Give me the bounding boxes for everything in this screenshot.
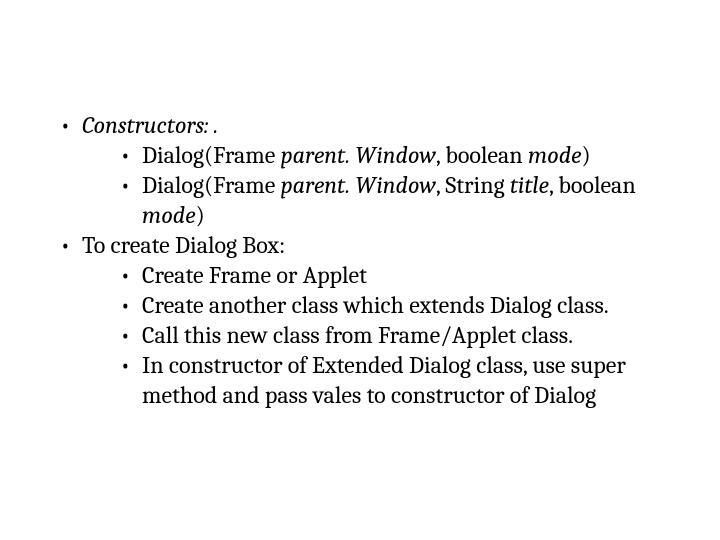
outer-label: Constructors: .	[82, 111, 218, 139]
outer-list: Constructors: . Dialog(Frame parent. Win…	[60, 110, 660, 410]
inner-item: Call this new class from Frame/Applet cl…	[120, 320, 660, 350]
plain-text: Create another class which extends Dialo…	[142, 291, 609, 319]
inner-item: Create another class which extends Dialo…	[120, 290, 660, 320]
plain-text: In constructor of Extended Dialog class,…	[142, 351, 626, 409]
outer-item-create-dialog: To create Dialog Box: Create Frame or Ap…	[60, 230, 660, 410]
outer-item-constructors: Constructors: . Dialog(Frame parent. Win…	[60, 110, 660, 230]
inner-list-steps: Create Frame or Applet Create another cl…	[82, 260, 660, 410]
inner-item: Dialog(Frame parent. Window, boolean mod…	[120, 140, 660, 170]
plain-text: Dialog(Frame	[142, 141, 281, 169]
italic-text: title	[510, 171, 549, 199]
plain-text: )	[582, 141, 591, 169]
slide-body: Constructors: . Dialog(Frame parent. Win…	[0, 0, 720, 540]
italic-text: parent. Window	[281, 171, 436, 199]
italic-text: mode	[528, 141, 582, 169]
inner-item: Create Frame or Applet	[120, 260, 660, 290]
italic-text: parent. Window	[281, 141, 436, 169]
inner-item: Dialog(Frame parent. Window, String titl…	[120, 170, 660, 230]
inner-item: In constructor of Extended Dialog class,…	[120, 350, 660, 410]
plain-text: , boolean	[549, 171, 636, 199]
italic-text: mode	[142, 201, 196, 229]
inner-list-constructors: Dialog(Frame parent. Window, boolean mod…	[82, 140, 660, 230]
plain-text: )	[196, 201, 205, 229]
plain-text: Dialog(Frame	[142, 171, 281, 199]
plain-text: Call this new class from Frame/Applet cl…	[142, 321, 573, 349]
plain-text: Create Frame or Applet	[142, 261, 367, 289]
plain-text: , String	[436, 171, 510, 199]
plain-text: , boolean	[436, 141, 528, 169]
outer-label: To create Dialog Box:	[82, 231, 285, 259]
